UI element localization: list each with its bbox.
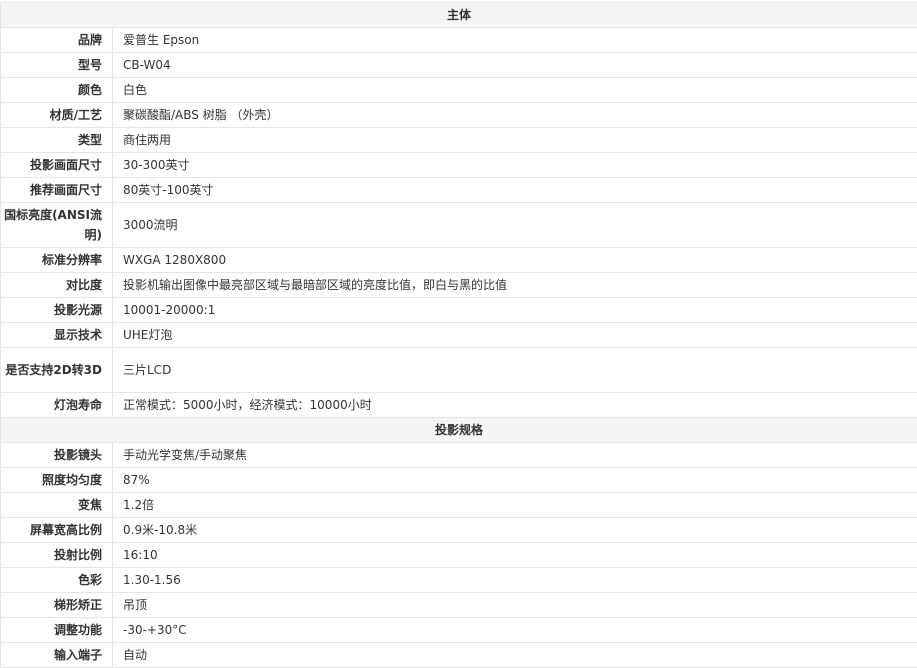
spec-key: 灯泡寿命 (1, 393, 113, 418)
spec-row: 推荐画面尺寸80英寸-100英寸 (1, 178, 917, 203)
section-header-row: 主体 (1, 3, 917, 28)
spec-value: 自动 (113, 643, 917, 668)
spec-row: 品牌爱普生 Epson (1, 28, 917, 53)
spec-value: 30-300英寸 (113, 153, 917, 178)
spec-key: 输入端子 (1, 643, 113, 668)
spec-value: 1.30-1.56 (113, 568, 917, 593)
spec-row: 投影镜头手动光学变焦/手动聚焦 (1, 443, 917, 468)
spec-row: 颜色白色 (1, 78, 917, 103)
spec-value: 商住两用 (113, 128, 917, 153)
spec-value: 1.2倍 (113, 493, 917, 518)
spec-key: 屏幕宽高比例 (1, 518, 113, 543)
spec-key: 类型 (1, 128, 113, 153)
spec-key: 照度均匀度 (1, 468, 113, 493)
spec-row: 灯泡寿命正常模式：5000小时，经济模式：10000小时 (1, 393, 917, 418)
spec-value: 聚碳酸酯/ABS 树脂 （外壳） (113, 103, 917, 128)
spec-value: 87% (113, 468, 917, 493)
spec-key: 颜色 (1, 78, 113, 103)
spec-value: CB-W04 (113, 53, 917, 78)
spec-row: 型号CB-W04 (1, 53, 917, 78)
spec-value: 吊顶 (113, 593, 917, 618)
spec-key: 国标亮度(ANSI流明) (1, 203, 113, 248)
spec-key: 投射比例 (1, 543, 113, 568)
spec-row: 国标亮度(ANSI流明)3000流明 (1, 203, 917, 248)
spec-value: -30-+30°C (113, 618, 917, 643)
section-title: 主体 (1, 3, 917, 28)
spec-row: 色彩1.30-1.56 (1, 568, 917, 593)
spec-key: 是否支持2D转3D (1, 348, 113, 393)
spec-value: 手动光学变焦/手动聚焦 (113, 443, 917, 468)
spec-row: 输入端子自动 (1, 643, 917, 668)
spec-row: 对比度投影机输出图像中最亮部区域与最暗部区域的亮度比值，即白与黑的比值 (1, 273, 917, 298)
spec-table: 主体品牌爱普生 Epson型号CB-W04颜色白色材质/工艺聚碳酸酯/ABS 树… (0, 2, 917, 668)
spec-key: 标准分辨率 (1, 248, 113, 273)
spec-value: 三片LCD (113, 348, 917, 393)
spec-row: 投影画面尺寸30-300英寸 (1, 153, 917, 178)
spec-row: 投影光源10001-20000:1 (1, 298, 917, 323)
spec-row: 标准分辨率WXGA 1280X800 (1, 248, 917, 273)
spec-key: 型号 (1, 53, 113, 78)
spec-value: 投影机输出图像中最亮部区域与最暗部区域的亮度比值，即白与黑的比值 (113, 273, 917, 298)
section-header-row: 投影规格 (1, 418, 917, 443)
spec-value: 80英寸-100英寸 (113, 178, 917, 203)
spec-row: 屏幕宽高比例0.9米-10.8米 (1, 518, 917, 543)
spec-key: 对比度 (1, 273, 113, 298)
spec-row: 投射比例16:10 (1, 543, 917, 568)
spec-value: WXGA 1280X800 (113, 248, 917, 273)
spec-row: 材质/工艺聚碳酸酯/ABS 树脂 （外壳） (1, 103, 917, 128)
spec-key: 梯形矫正 (1, 593, 113, 618)
spec-key: 调整功能 (1, 618, 113, 643)
spec-table-body: 主体品牌爱普生 Epson型号CB-W04颜色白色材质/工艺聚碳酸酯/ABS 树… (1, 3, 917, 668)
spec-row: 梯形矫正吊顶 (1, 593, 917, 618)
spec-value: 爱普生 Epson (113, 28, 917, 53)
spec-value: UHE灯泡 (113, 323, 917, 348)
spec-key: 色彩 (1, 568, 113, 593)
spec-row: 变焦1.2倍 (1, 493, 917, 518)
spec-key: 变焦 (1, 493, 113, 518)
spec-key: 投影镜头 (1, 443, 113, 468)
spec-value: 10001-20000:1 (113, 298, 917, 323)
spec-value: 白色 (113, 78, 917, 103)
spec-row: 显示技术UHE灯泡 (1, 323, 917, 348)
spec-row: 调整功能-30-+30°C (1, 618, 917, 643)
spec-value: 正常模式：5000小时，经济模式：10000小时 (113, 393, 917, 418)
spec-key: 推荐画面尺寸 (1, 178, 113, 203)
spec-key: 显示技术 (1, 323, 113, 348)
spec-row: 照度均匀度87% (1, 468, 917, 493)
spec-value: 16:10 (113, 543, 917, 568)
section-title: 投影规格 (1, 418, 917, 443)
spec-key: 投影光源 (1, 298, 113, 323)
spec-key: 材质/工艺 (1, 103, 113, 128)
spec-row: 是否支持2D转3D三片LCD (1, 348, 917, 393)
spec-key: 品牌 (1, 28, 113, 53)
spec-key: 投影画面尺寸 (1, 153, 113, 178)
spec-value: 3000流明 (113, 203, 917, 248)
spec-value: 0.9米-10.8米 (113, 518, 917, 543)
spec-row: 类型商住两用 (1, 128, 917, 153)
